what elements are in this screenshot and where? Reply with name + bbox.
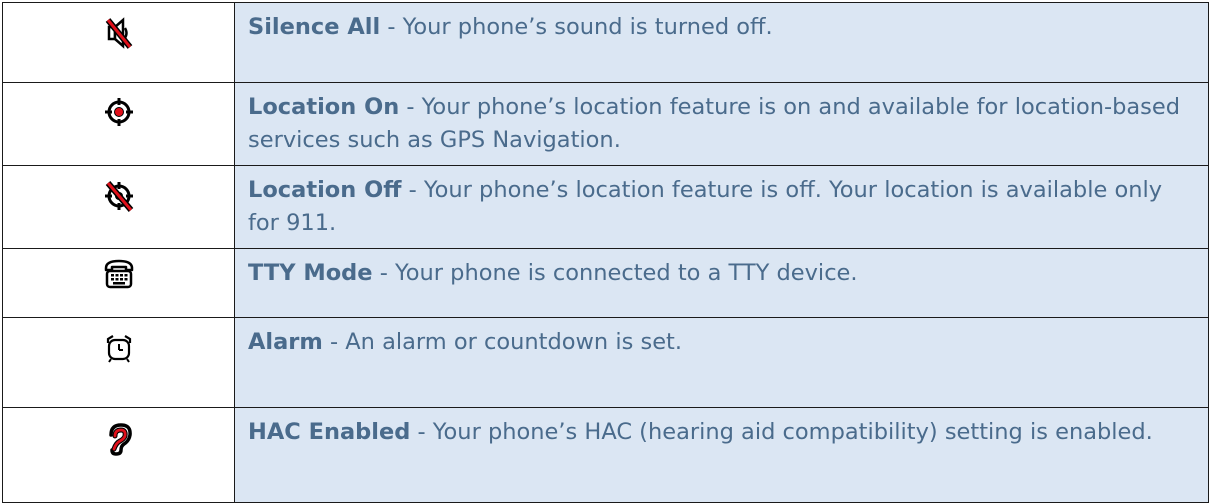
icon-cell	[2, 407, 235, 503]
description-cell: Alarm - An alarm or countdown is set.	[234, 317, 1209, 408]
table-row: Location On - Your phone’s location feat…	[2, 82, 1209, 166]
description-cell: Location On - Your phone’s location feat…	[234, 82, 1209, 166]
location-on-icon	[104, 98, 133, 126]
description-cell: TTY Mode - Your phone is connected to a …	[234, 248, 1209, 318]
description-cell: HAC Enabled - Your phone’s HAC (hearing …	[234, 407, 1209, 503]
icon-cell	[2, 317, 235, 408]
table-row: HAC Enabled - Your phone’s HAC (hearing …	[2, 407, 1209, 503]
icon-cell	[2, 248, 235, 318]
location-off-icon	[104, 181, 133, 212]
icon-cell	[2, 2, 235, 83]
term-description: - An alarm or countdown is set.	[322, 329, 683, 355]
description-cell: Silence All - Your phone’s sound is turn…	[234, 2, 1209, 83]
icon-cell	[2, 165, 235, 249]
hac-enabled-icon	[108, 423, 132, 456]
alarm-clock-icon	[106, 335, 131, 363]
table-row: Silence All - Your phone’s sound is turn…	[2, 2, 1209, 83]
table-row: Alarm - An alarm or countdown is set.	[2, 317, 1209, 408]
term-label: Alarm	[248, 329, 323, 355]
term-description: - Your phone’s HAC (hearing aid compatib…	[410, 419, 1153, 445]
term-label: Location Off	[248, 177, 402, 203]
tty-mode-icon	[104, 259, 133, 289]
term-description: - Your phone is connected to a TTY devic…	[372, 260, 858, 286]
term-label: Location On	[248, 94, 400, 120]
term-description: - Your phone’s sound is turned off.	[380, 14, 773, 40]
term-label: Silence All	[248, 14, 381, 40]
description-cell: Location Off - Your phone’s location fea…	[234, 165, 1209, 249]
status-icon-table: Silence All - Your phone’s sound is turn…	[2, 2, 1209, 503]
term-label: TTY Mode	[248, 260, 373, 286]
table-row: TTY Mode - Your phone is connected to a …	[2, 248, 1209, 318]
icon-cell	[2, 82, 235, 166]
silence-all-icon	[105, 17, 132, 49]
term-label: HAC Enabled	[248, 419, 411, 445]
table-row: Location Off - Your phone’s location fea…	[2, 165, 1209, 249]
